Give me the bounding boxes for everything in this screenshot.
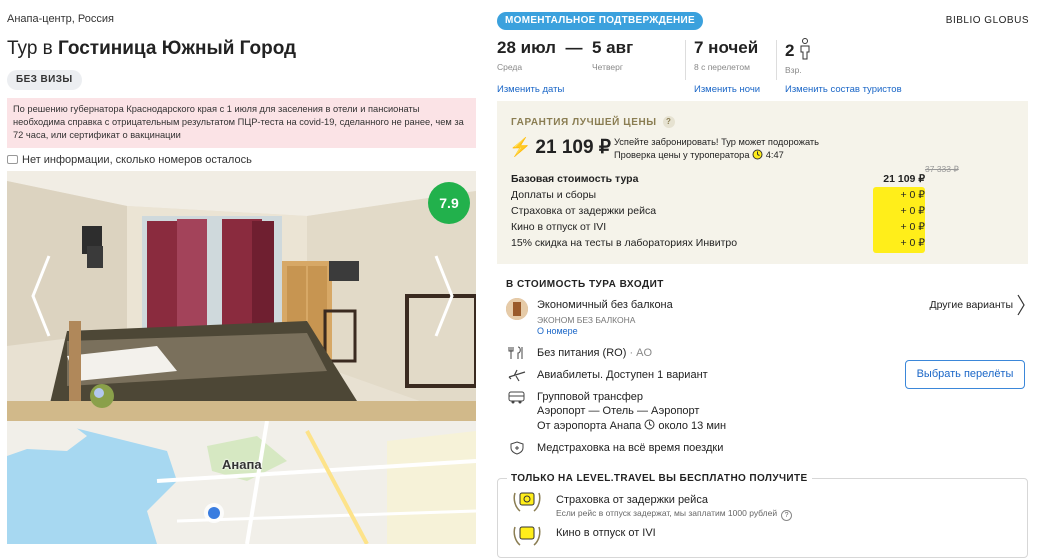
old-price: 37 333 ₽ — [925, 164, 959, 174]
hotel-photo[interactable]: 7.9 — [7, 171, 476, 421]
tourists-value: 2 — [785, 38, 811, 61]
meal-plan: Без питания (RO) · AO — [537, 347, 653, 359]
cinema-bonus-icon — [513, 526, 541, 546]
price-breakdown: Базовая стоимость тура 21 109 ₽ Доплаты и… — [511, 173, 925, 253]
rooms-info-text: Нет информации, сколько номеров осталось — [22, 154, 252, 166]
change-nights-link[interactable]: Изменить ночи — [694, 84, 760, 95]
lightning-icon: ⚡ — [509, 137, 532, 157]
price-row: Кино в отпуск от IVI + 0 ₽ — [511, 221, 925, 233]
date-from: 28 июл — Среда — [497, 38, 582, 72]
insurance-bonus-icon — [513, 492, 541, 512]
price-note-line1: Успейте забронировать! Тур может подорож… — [614, 137, 820, 147]
hotel-name: Гостиница Южный Город — [58, 38, 297, 59]
room-subtitle: ЭКОНОМ БЕЗ БАЛКОНА — [537, 315, 636, 325]
location-map[interactable]: Анапа — [7, 421, 476, 544]
nights-value: 7 ночей — [694, 38, 759, 57]
prev-photo-arrow-icon[interactable] — [27, 251, 57, 341]
price-row: Страховка от задержки рейса + 0 ₽ — [511, 205, 925, 217]
chevron-right-icon[interactable] — [1016, 293, 1026, 317]
rooms-availability: Нет информации, сколько номеров осталось — [7, 154, 252, 166]
instant-confirmation-badge: МОМЕНТАЛЬНОЕ ПОДТВЕРЖДЕНИЕ — [497, 12, 704, 30]
free-bonuses-title: ТОЛЬКО НА LEVEL.TRAVEL ВЫ БЕСПЛАТНО ПОЛУ… — [507, 473, 812, 484]
flights-info: Авиабилеты. Доступен 1 вариант — [537, 369, 708, 381]
shield-icon — [510, 441, 524, 455]
free-bonuses: ТОЛЬКО НА LEVEL.TRAVEL ВЫ БЕСПЛАТНО ПОЛУ… — [497, 473, 1028, 558]
tour-column: МОМЕНТАЛЬНОЕ ПОДТВЕРЖДЕНИЕ BIBLIO GLOBUS… — [497, 0, 1037, 558]
visa-badge: БЕЗ ВИЗЫ — [7, 70, 82, 90]
included-title: В СТОИМОСТЬ ТУРА ВХОДИТ — [506, 279, 664, 290]
day-to: Четверг — [592, 62, 623, 72]
guarantee-title: ГАРАНТИЯ ЛУЧШЕЙ ЦЕНЫ? — [511, 116, 675, 128]
title-prefix: Тур в — [7, 38, 53, 59]
page-title: Тур в Гостиница Южный Город — [7, 38, 296, 60]
covid-warning: По решению губернатора Краснодарского кр… — [7, 98, 476, 148]
choose-flights-button[interactable]: Выбрать перелёты — [905, 360, 1025, 389]
tour-price: ⚡ 21 109 ₽ — [509, 137, 611, 158]
price-row: Доплаты и сборы + 0 ₽ — [511, 189, 925, 201]
price-row: 15% скидка на тесты в лабораториях Инвит… — [511, 237, 925, 249]
medical-insurance: Медстраховка на всё время поездки — [537, 442, 724, 454]
map-image — [7, 421, 476, 544]
hotel-location: Анапа-центр, Россия — [7, 13, 114, 25]
plane-icon — [508, 369, 526, 382]
about-room-link[interactable]: О номере — [537, 326, 578, 336]
free-item-ivi: Кино в отпуск от IVI — [556, 527, 656, 539]
next-photo-arrow-icon[interactable] — [428, 251, 458, 341]
tourists-sub: Взр. — [785, 65, 802, 75]
help-icon[interactable]: ? — [781, 510, 793, 521]
price-row: Базовая стоимость тура 21 109 ₽ — [511, 173, 925, 185]
divider — [776, 40, 777, 80]
bus-icon — [508, 391, 525, 404]
map-city-label: Анапа — [222, 457, 262, 472]
room-photo-image — [7, 171, 476, 421]
room-thumbnail[interactable] — [506, 298, 528, 320]
help-icon[interactable]: ? — [662, 116, 675, 128]
change-tourists-link[interactable]: Изменить состав туристов — [785, 84, 902, 95]
included-section: В СТОИМОСТЬ ТУРА ВХОДИТ Экономичный без … — [497, 271, 1028, 461]
room-name: Экономичный без балкона — [537, 299, 673, 311]
other-options-link[interactable]: Другие варианты — [929, 299, 1013, 311]
person-icon — [800, 38, 810, 60]
date-to: 5 авг Четверг — [592, 38, 633, 72]
divider — [685, 40, 686, 80]
price-note: Успейте забронировать! Тур может подорож… — [614, 136, 819, 162]
change-dates-link[interactable]: Изменить даты — [497, 84, 564, 95]
rating-badge: 7.9 — [428, 182, 470, 224]
transfer-route: Аэропорт — Отель — Аэропорт — [537, 405, 700, 417]
timer-icon — [752, 149, 763, 160]
date-to-value: 5 авг — [592, 38, 634, 57]
tour-operator: BIBLIO GLOBUS — [945, 15, 1029, 26]
hotel-column: Анапа-центр, Россия Тур в Гостиница Южны… — [7, 0, 477, 544]
cutlery-icon — [508, 346, 523, 359]
clock-icon — [644, 419, 655, 430]
free-item-delay-insurance: Страховка от задержки рейса — [556, 494, 708, 506]
tour-dates: 28 июл — Среда 5 авг Четверг 7 ночей 8 с… — [497, 38, 1037, 98]
nights-sub: 8 с перелетом — [694, 62, 750, 72]
best-price-guarantee: ГАРАНТИЯ ЛУЧШЕЙ ЦЕНЫ? ⚡ 21 109 ₽ Успейте … — [497, 101, 1028, 264]
bed-icon — [7, 155, 18, 164]
day-from: Среда — [497, 62, 523, 72]
timer-value: 4:47 — [765, 150, 784, 160]
transfer-type: Групповой трансфер — [537, 391, 644, 403]
tourists: 2 Взр. — [785, 38, 811, 75]
free-item-delay-insurance-note: Если рейс в отпуск задержат, мы заплатим… — [556, 508, 793, 521]
price-note-line2: Проверка цены у туроператора 4:47 — [614, 149, 784, 160]
transfer-time: От аэропорта Анапа около 13 мин — [537, 419, 727, 432]
nights: 7 ночей 8 с перелетом — [694, 38, 758, 72]
date-from-value: 28 июл — — [497, 38, 583, 57]
